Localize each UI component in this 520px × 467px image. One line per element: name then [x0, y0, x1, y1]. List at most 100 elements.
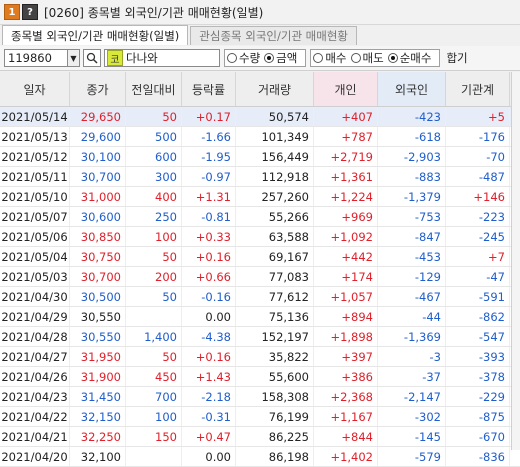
cell-date: 2021/04/28: [0, 327, 70, 346]
radio-amount-label: 금액: [276, 51, 298, 65]
cell-volume: 156,449: [236, 147, 314, 166]
cell-volume: 77,083: [236, 267, 314, 286]
radio-buy-label: 매수: [325, 51, 347, 65]
table-row[interactable]: 2021/05/06 30,850 100 +0.33 63,588 +1,092 -847…: [0, 227, 520, 247]
table-row[interactable]: 2021/04/29 30,550 0.00 75,136 +894 -44 -862: [0, 307, 520, 327]
radio-sell-label: 매도: [362, 51, 384, 65]
cell-rate: -2.18: [182, 387, 236, 406]
cell-change: 50: [126, 287, 182, 306]
cell-close: 30,750: [70, 247, 126, 266]
header-rate[interactable]: 등락률: [182, 72, 236, 106]
cell-change: 200: [126, 267, 182, 286]
header-volume[interactable]: 거래량: [236, 72, 314, 106]
cell-close: 31,950: [70, 347, 126, 366]
cell-individual: +969: [314, 207, 378, 226]
table-row[interactable]: 2021/05/07 30,600 250 -0.81 55,266 +969 -753 -2…: [0, 207, 520, 227]
cell-institution: -223: [446, 207, 510, 226]
cell-rate: +1.43: [182, 367, 236, 386]
cell-rate: +0.66: [182, 267, 236, 286]
table-row[interactable]: 2021/05/03 30,700 200 +0.66 77,083 +174 -129 -4…: [0, 267, 520, 287]
radio-net-buy[interactable]: 순매수: [387, 50, 431, 66]
cell-foreign: -302: [378, 407, 446, 426]
cell-individual: +894: [314, 307, 378, 326]
cell-date: 2021/05/03: [0, 267, 70, 286]
header-close[interactable]: 종가: [70, 72, 126, 106]
header-change[interactable]: 전일대비: [126, 72, 182, 106]
cell-rate: +0.33: [182, 227, 236, 246]
cell-change: [126, 307, 182, 326]
radio-quantity[interactable]: 수량: [227, 50, 260, 66]
table-row[interactable]: 2021/05/12 30,100 600 -1.95 156,449 +2,719 -2,…: [0, 147, 520, 167]
tab-daily-stock[interactable]: 종목별 외국인/기관 매매현황(일별): [2, 25, 189, 45]
cell-change: 50: [126, 347, 182, 366]
table-row[interactable]: 2021/04/21 32,250 150 +0.47 86,225 +844 -145 -6…: [0, 427, 520, 447]
table-body: 2021/05/14 29,650 50 +0.17 50,574 +407 -423 +5 2…: [0, 107, 520, 467]
header-foreign[interactable]: 외국인: [378, 72, 446, 106]
table-row[interactable]: 2021/04/20 32,100 0.00 86,198 +1,402 -579 -836: [0, 447, 520, 467]
header-individual[interactable]: 개인: [314, 72, 378, 106]
cell-foreign: -2,903: [378, 147, 446, 166]
cell-change: 50: [126, 247, 182, 266]
stock-code-input[interactable]: 119860: [4, 49, 68, 67]
table-row[interactable]: 2021/04/30 30,500 50 -0.16 77,612 +1,057 -467-…: [0, 287, 520, 307]
table-row[interactable]: 2021/04/23 31,450 700 -2.18 158,308 +2,368 -2,…: [0, 387, 520, 407]
table-row[interactable]: 2021/05/11 30,700 300 -0.97 112,918 +1,361 -88…: [0, 167, 520, 187]
radio-buy[interactable]: 매수: [313, 50, 347, 66]
radio-amount[interactable]: 금액: [264, 50, 297, 66]
cell-date: 2021/05/11: [0, 167, 70, 186]
cell-volume: 55,600: [236, 367, 314, 386]
cell-foreign: -37: [378, 367, 446, 386]
cell-volume: 86,225: [236, 427, 314, 446]
stock-name-field[interactable]: 코 다나와: [104, 49, 220, 67]
cell-institution: -393: [446, 347, 510, 366]
cell-institution: -591: [446, 287, 510, 306]
cell-close: 32,150: [70, 407, 126, 426]
chevron-down-icon[interactable]: ▼: [68, 49, 80, 67]
table-header: 일자 종가 전일대비 등락률 거래량 개인 외국인 기관계: [0, 72, 520, 107]
cell-institution: -670: [446, 427, 510, 446]
cell-change: 1,400: [126, 327, 182, 346]
sum-label[interactable]: 합기: [446, 50, 467, 66]
screen-number-badge[interactable]: 1: [4, 4, 20, 20]
radio-sell-dot: [350, 53, 361, 63]
table-row[interactable]: 2021/04/27 31,950 50 +0.16 35,822 +397 -3 -393: [0, 347, 520, 367]
cell-volume: 112,918: [236, 167, 314, 186]
search-icon: [86, 52, 98, 64]
cell-change: 100: [126, 227, 182, 246]
cell-individual: +844: [314, 427, 378, 446]
table-row[interactable]: 2021/05/13 29,600 500 -1.66 101,349 +787 -618-…: [0, 127, 520, 147]
help-icon[interactable]: ?: [22, 4, 38, 20]
cell-foreign: -847: [378, 227, 446, 246]
control-bar: 119860 ▼ 코 다나와 수량 금액 매수 매도 순매수 합기: [0, 46, 520, 71]
cell-individual: +787: [314, 127, 378, 146]
table-row[interactable]: 2021/05/04 30,750 50 +0.16 69,167 +442 -453 +7: [0, 247, 520, 267]
table-row[interactable]: 2021/05/10 31,000 400 +1.31 257,260 +1,224 -1,…: [0, 187, 520, 207]
vertical-scrollbar[interactable]: [511, 72, 520, 450]
tab-watchlist[interactable]: 관심종목 외국인/기관 매매현황: [190, 26, 358, 45]
title-bar: 1 ? [0260] 종목별 외국인/기관 매매현황(일별): [0, 0, 520, 25]
cell-date: 2021/04/27: [0, 347, 70, 366]
cell-foreign: -1,369: [378, 327, 446, 346]
cell-close: 30,700: [70, 267, 126, 286]
table-row[interactable]: 2021/05/14 29,650 50 +0.17 50,574 +407 -423 +5: [0, 107, 520, 127]
table-row[interactable]: 2021/04/22 32,150 100 -0.31 76,199 +1,167 -302…: [0, 407, 520, 427]
search-button[interactable]: [83, 49, 101, 67]
cell-change: 600: [126, 147, 182, 166]
radio-sell[interactable]: 매도: [350, 50, 384, 66]
cell-change: 400: [126, 187, 182, 206]
radio-amount-dot: [264, 53, 275, 63]
cell-volume: 50,574: [236, 107, 314, 126]
table-row[interactable]: 2021/04/28 30,550 1,400 -4.38 152,197 +1,898-…: [0, 327, 520, 347]
header-institution[interactable]: 기관계: [446, 72, 510, 106]
cell-institution: +5: [446, 107, 510, 126]
cell-individual: +1,361: [314, 167, 378, 186]
cell-close: 31,450: [70, 387, 126, 406]
cell-close: 30,550: [70, 307, 126, 326]
cell-volume: 63,588: [236, 227, 314, 246]
cell-volume: 158,308: [236, 387, 314, 406]
header-date[interactable]: 일자: [0, 72, 70, 106]
cell-institution: -245: [446, 227, 510, 246]
unit-radio-group: 수량 금액: [224, 49, 307, 67]
table-row[interactable]: 2021/04/26 31,900 450 +1.43 55,600 +386 -37 -37…: [0, 367, 520, 387]
cell-foreign: -44: [378, 307, 446, 326]
